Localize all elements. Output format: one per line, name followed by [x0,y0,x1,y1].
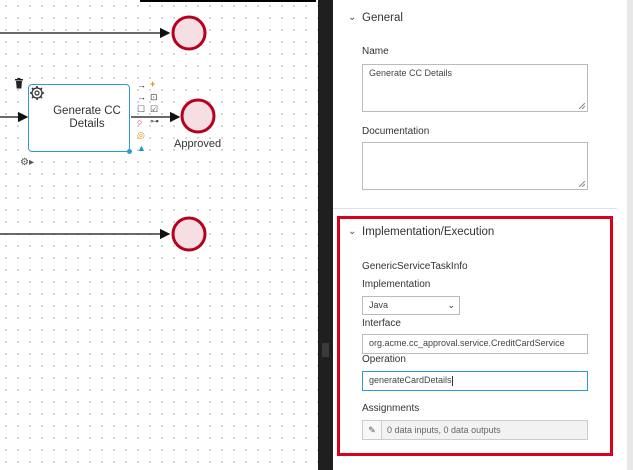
add-end-event-icon[interactable]: ○ [137,117,142,127]
delete-icon[interactable] [14,78,24,89]
chevron-down-icon[interactable]: ⌄ [348,12,356,23]
add-flow-icon[interactable]: → [137,92,146,102]
documentation-label: Documentation [362,126,430,137]
documentation-field[interactable] [362,142,588,190]
name-field[interactable]: Generate CC Details [362,64,588,112]
canvas-diagram [0,15,216,252]
end-event-approved [180,98,216,134]
add-sequence-flow-icon[interactable]: → [137,80,146,90]
resize-grip-icon[interactable] [579,103,585,109]
section-divider [333,208,617,209]
task-label: Generate CC Details [53,105,121,130]
name-field-value: Generate CC Details [369,68,453,78]
add-subprocess-icon[interactable]: ⊡ [150,92,158,102]
add-task-icon[interactable]: ☐ [137,104,145,114]
scrollbar-thumb[interactable] [322,343,329,357]
panel-scroll-track[interactable] [627,0,633,470]
resize-grip-icon[interactable] [579,181,585,187]
process-canvas[interactable]: Generate CC Details → + → ⊡ ☐ ☑ ○ ⊶ ◎ ▲ … [0,0,318,470]
add-gateway-icon[interactable]: ▲ [137,143,146,153]
add-timer-event-icon[interactable]: ◎ [137,130,145,140]
end-event-bottom [171,216,207,252]
canvas-scrollbar[interactable] [318,0,333,470]
end-event-top [171,15,207,51]
add-user-task-icon[interactable]: ☑ [150,104,158,114]
section-general-title[interactable]: General [362,12,403,24]
add-task-plus-icon[interactable]: + [150,79,155,89]
resize-handle[interactable] [127,149,132,154]
settings-menu-icon[interactable]: ⚙▸ [20,158,34,168]
approved-label: Approved [174,138,222,150]
service-task-generate-cc-details[interactable]: Generate CC Details [28,84,132,154]
highlight-box [337,216,613,456]
gear-icon [30,86,44,100]
name-label: Name [362,46,389,57]
add-annotation-icon[interactable]: ⊶ [150,116,159,126]
